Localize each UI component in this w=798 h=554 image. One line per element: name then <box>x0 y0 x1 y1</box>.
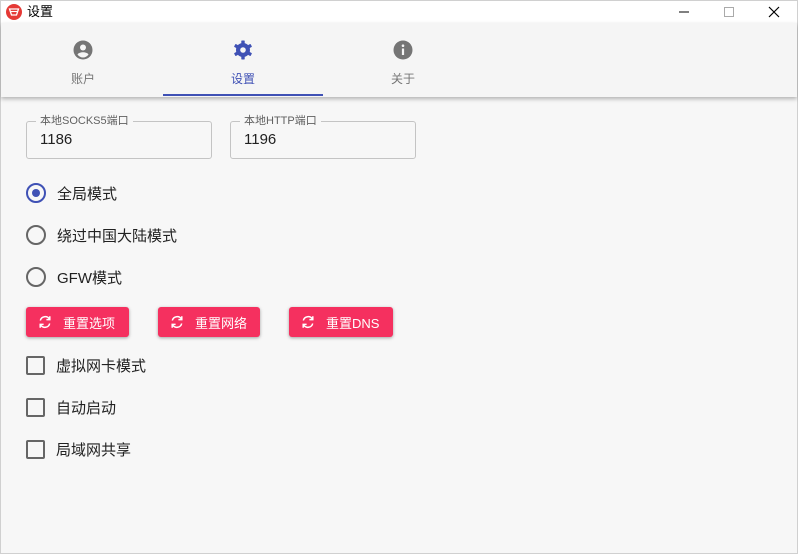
refresh-icon <box>39 315 51 329</box>
socks5-port-field: 本地SOCKS5端口 <box>26 114 212 159</box>
reset-dns-button[interactable]: 重置DNS <box>289 307 393 337</box>
mode-bypass-cn-radio[interactable] <box>26 225 46 245</box>
reset-network-button[interactable]: 重置网络 <box>158 307 260 337</box>
refresh-icon <box>171 315 183 329</box>
tab-about-label: 关于 <box>390 72 415 86</box>
mode-global-option[interactable]: 全局模式 <box>26 182 117 204</box>
title-bar: 设置 <box>1 1 797 23</box>
socks5-port-label: 本地SOCKS5端口 <box>36 114 133 128</box>
virtual-nic-label: 虚拟网卡模式 <box>56 357 147 375</box>
close-button[interactable] <box>751 1 797 23</box>
active-tab-indicator <box>163 94 323 96</box>
virtual-nic-checkbox[interactable] <box>26 355 45 375</box>
tab-settings[interactable]: 设置 <box>163 23 323 97</box>
mode-gfw-label: GFW模式 <box>57 269 122 287</box>
reset-options-button[interactable]: 重置选项 <box>26 307 129 337</box>
reset-dns-label: 重置DNS <box>326 315 380 331</box>
mode-bypass-cn-label: 绕过中国大陆模式 <box>57 227 178 245</box>
settings-window: 设置 账户 设置 关于 本地SOCKS5端口 1186 本地HTTP端口 119… <box>0 0 798 554</box>
mode-bypass-cn-option[interactable]: 绕过中国大陆模式 <box>26 224 177 246</box>
tab-account[interactable]: 账户 <box>3 23 163 97</box>
mode-global-radio[interactable] <box>26 183 46 203</box>
reset-network-label: 重置网络 <box>195 315 248 331</box>
minimize-icon <box>679 11 689 13</box>
lan-share-option[interactable]: 局域网共享 <box>26 438 131 460</box>
window-title: 设置 <box>27 4 54 19</box>
tab-account-label: 账户 <box>70 72 95 86</box>
virtual-nic-option[interactable]: 虚拟网卡模式 <box>26 354 146 376</box>
maximize-icon <box>724 7 734 17</box>
refresh-icon <box>302 315 314 329</box>
minimize-button[interactable] <box>661 1 707 23</box>
socks5-port-input[interactable] <box>40 131 200 148</box>
info-icon <box>393 40 413 60</box>
mode-gfw-radio[interactable] <box>26 267 46 287</box>
tab-about[interactable]: 关于 <box>323 23 483 97</box>
mode-gfw-option[interactable]: GFW模式 <box>26 266 122 288</box>
http-port-field: 本地HTTP端口 <box>230 114 416 159</box>
auto-start-label: 自动启动 <box>56 399 117 417</box>
auto-start-option[interactable]: 自动启动 <box>26 396 116 418</box>
close-icon <box>768 6 780 18</box>
account-circle-icon <box>73 40 93 60</box>
http-port-input[interactable] <box>244 131 404 148</box>
app-logo-icon <box>6 4 22 20</box>
lan-share-checkbox[interactable] <box>26 439 45 459</box>
tab-bar: 账户 设置 关于 <box>1 23 797 97</box>
settings-panel: 本地SOCKS5端口 本地HTTP端口 全局模式 绕过中国大陆模式 GFW模式 <box>1 97 797 553</box>
mode-global-label: 全局模式 <box>57 185 118 203</box>
gear-icon <box>234 40 252 60</box>
http-port-label: 本地HTTP端口 <box>240 114 321 128</box>
auto-start-checkbox[interactable] <box>26 397 45 417</box>
tab-settings-label: 设置 <box>230 72 255 86</box>
maximize-button[interactable] <box>706 1 752 23</box>
reset-options-label: 重置选项 <box>63 315 116 331</box>
lan-share-label: 局域网共享 <box>56 441 132 459</box>
